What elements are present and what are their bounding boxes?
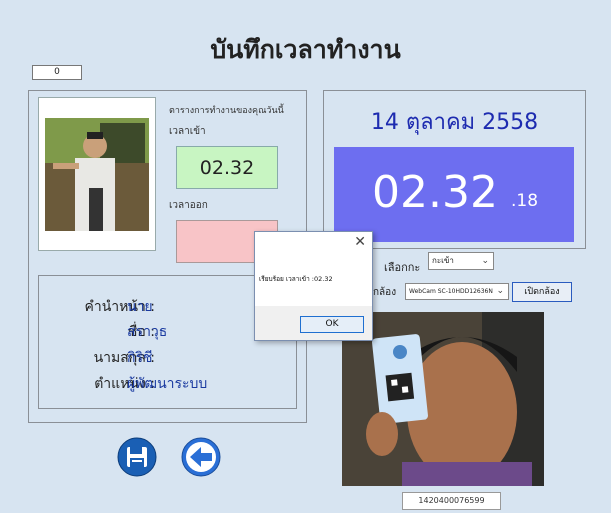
camera-label: กล้อง: [373, 287, 397, 298]
time-in-label: เวลาเข้า: [169, 126, 206, 137]
chevron-down-icon: ⌄: [496, 286, 504, 296]
scanned-id-field[interactable]: 1420400076599: [402, 492, 501, 510]
close-icon[interactable]: ✕: [354, 234, 366, 250]
clock-seconds: .18: [511, 191, 539, 211]
back-arrow-icon: [181, 437, 221, 477]
shift-select[interactable]: กะเข้า ⌄: [428, 252, 494, 270]
camera-select-value: WebCam SC-10HDD12636N: [409, 288, 493, 295]
position-row: ตำแหน่ง : ผู้พัฒนาระบบ: [39, 373, 298, 397]
shift-label: เลือกกะ: [384, 261, 421, 274]
surname-value: กิริชี: [127, 350, 153, 366]
time-in-field[interactable]: 02.32: [176, 146, 278, 189]
time-out-label: เวลาออก: [169, 200, 208, 211]
name-value: สราวุธ: [127, 324, 168, 340]
confirmation-dialog: ✕ เรียบร้อย เวลาเข้า :02.32 OK: [254, 231, 373, 341]
current-date: 14 ตุลาคม 2558: [370, 110, 539, 135]
dialog-ok-button[interactable]: OK: [300, 316, 364, 333]
chevron-down-icon: ⌄: [481, 256, 489, 266]
schedule-heading: ตารางการทำงานของคุณวันนี้: [169, 106, 284, 116]
surname-row: นามสกุล : กิริชี: [39, 347, 298, 371]
counter-field[interactable]: 0: [32, 65, 82, 80]
clock-time: 02.32: [372, 167, 498, 218]
dialog-message: เรียบร้อย เวลาเข้า :02.32: [259, 275, 333, 283]
back-button[interactable]: [181, 437, 221, 481]
camera-select[interactable]: WebCam SC-10HDD12636N ⌄: [405, 283, 509, 300]
clock-display: 02.32 .18: [334, 147, 574, 242]
employee-photo-frame: [38, 97, 156, 251]
prefix-value: นาย: [127, 299, 153, 315]
position-value: ผู้พัฒนาระบบ: [127, 376, 208, 392]
floppy-disk-icon: [117, 437, 157, 477]
open-camera-button[interactable]: เปิดกล้อง: [512, 282, 572, 302]
save-button[interactable]: [117, 437, 157, 481]
page-title: บันทึกเวลาทำงาน: [210, 35, 401, 64]
employee-photo: [45, 118, 149, 231]
shift-select-value: กะเข้า: [432, 256, 454, 265]
